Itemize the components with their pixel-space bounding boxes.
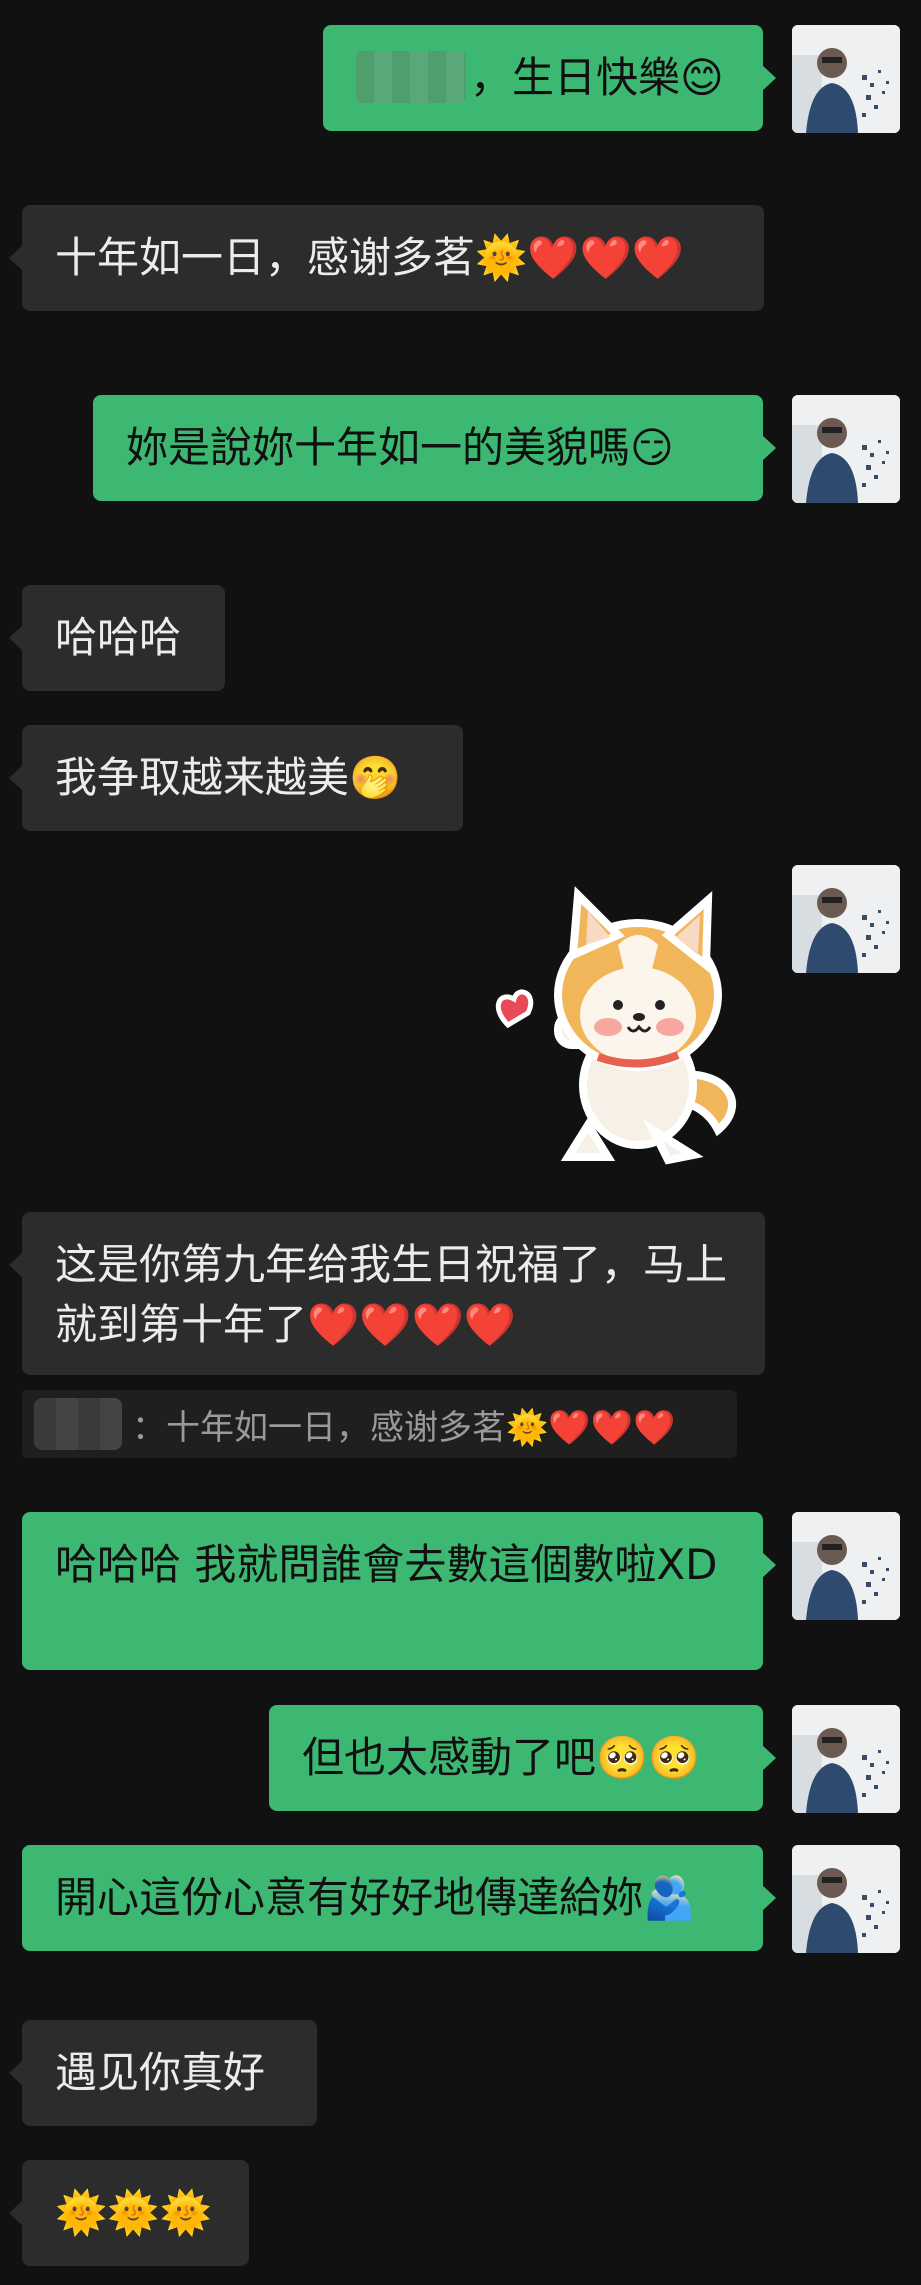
sticker-image [495, 886, 737, 1165]
quoted-message[interactable]: ：十年如一日，感谢多茗🌞❤️❤️❤️ [22, 1390, 737, 1458]
message-bubble-incoming[interactable]: 我争取越来越美🤭 [9, 725, 463, 831]
redacted-name [356, 50, 466, 103]
avatar-image [792, 1705, 900, 1813]
message-text: 哈哈哈 我就問誰會去數這個數啦XD [55, 1540, 718, 1589]
message-text: 遇见你真好 [55, 2048, 266, 2097]
message-bubble-incoming[interactable]: 十年如一日，感谢多茗🌞❤️❤️❤️ [9, 205, 764, 311]
avatar-image [792, 395, 900, 503]
avatar[interactable] [792, 1705, 900, 1813]
message-bubble-outgoing[interactable]: ，生日快樂😊 [323, 25, 776, 131]
message-text: 十年如一日，感谢多茗🌞❤️❤️❤️ [55, 233, 685, 282]
message-text: 我争取越来越美🤭 [55, 753, 402, 802]
message-text: 妳是說妳十年如一的美貌嗎😏 [126, 423, 674, 472]
message-bubble-incoming[interactable]: 🌞🌞🌞 [9, 2160, 249, 2266]
avatar[interactable] [792, 1512, 900, 1620]
message-bubble-outgoing[interactable]: 哈哈哈 我就問誰會去數這個數啦XD [22, 1512, 776, 1670]
avatar-image [792, 1512, 900, 1620]
message-text: 哈哈哈 [55, 613, 182, 662]
message-text: 但也太感動了吧🥺🥺 [302, 1733, 701, 1782]
quote-text: ：十年如一日，感谢多茗🌞❤️❤️❤️ [132, 1407, 676, 1448]
message-text: 🌞🌞🌞 [55, 2188, 212, 2237]
avatar-image [792, 865, 900, 973]
message-bubble-outgoing[interactable]: 妳是說妳十年如一的美貌嗎😏 [93, 395, 776, 501]
message-text: 这是你第九年给我生日祝福了，马上就到第十年了❤️❤️❤️❤️ [55, 1240, 728, 1349]
avatar-image [792, 25, 900, 133]
message-text: ，生日快樂😊 [470, 53, 724, 102]
message-bubble-outgoing[interactable]: 但也太感動了吧🥺🥺 [269, 1705, 776, 1811]
message-bubble-outgoing[interactable]: 開心這份心意有好好地傳達給妳🫂 [22, 1845, 776, 1951]
avatar-image [792, 1845, 900, 1953]
message-bubble-incoming[interactable]: 这是你第九年给我生日祝福了，马上就到第十年了❤️❤️❤️❤️ [9, 1212, 765, 1375]
shiba-dog-heart-sticker[interactable] [478, 885, 758, 1170]
avatar[interactable] [792, 395, 900, 503]
message-text: 開心這份心意有好好地傳達給妳🫂 [55, 1873, 696, 1922]
avatar[interactable] [792, 865, 900, 973]
redacted-name [34, 1398, 122, 1450]
avatar[interactable] [792, 1845, 900, 1953]
message-bubble-incoming[interactable]: 哈哈哈 [9, 585, 225, 691]
message-bubble-incoming[interactable]: 遇见你真好 [9, 2020, 317, 2126]
avatar[interactable] [792, 25, 900, 133]
